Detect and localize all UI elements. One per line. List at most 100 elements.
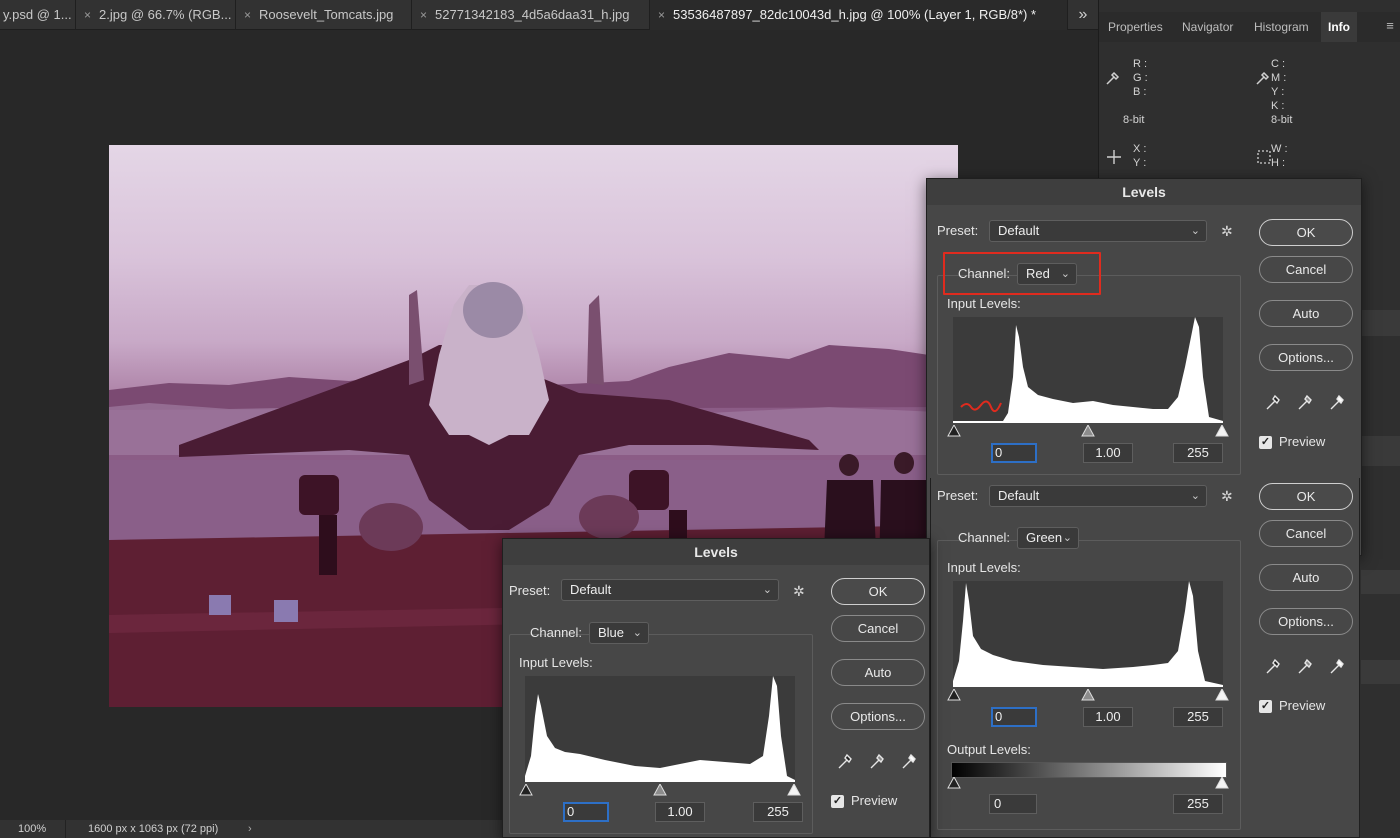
gear-icon[interactable]: ✲ — [1221, 488, 1233, 505]
white-eyedropper-icon[interactable] — [1327, 392, 1349, 414]
gray-eyedropper-icon[interactable] — [1295, 392, 1317, 414]
input-black-field[interactable]: 0 — [563, 802, 609, 822]
output-black-field[interactable]: 0 — [989, 794, 1037, 814]
gray-eyedropper-icon[interactable] — [1295, 656, 1317, 678]
options-button[interactable]: Options... — [1259, 608, 1353, 635]
input-black-field[interactable]: 0 — [991, 443, 1037, 463]
channel-select[interactable]: Blue ⌄ — [589, 622, 649, 644]
ok-button[interactable]: OK — [1259, 483, 1353, 510]
input-levels-slider[interactable] — [947, 423, 1229, 437]
info-bit-depth-right: 8-bit — [1271, 114, 1293, 126]
close-icon[interactable]: × — [420, 8, 427, 22]
input-black-field[interactable]: 0 — [991, 707, 1037, 727]
output-black-handle[interactable] — [947, 775, 961, 789]
preset-value: Default — [570, 582, 612, 597]
midtone-handle[interactable] — [1081, 687, 1095, 701]
info-g-label: G : — [1133, 72, 1148, 84]
auto-button[interactable]: Auto — [831, 659, 925, 686]
output-white-handle[interactable] — [1215, 775, 1229, 789]
crosshair-icon — [1105, 148, 1123, 170]
tab-histogram[interactable]: Histogram — [1254, 12, 1328, 42]
output-white-field[interactable]: 255 — [1173, 794, 1223, 814]
channel-value: Blue — [598, 625, 625, 640]
green-histogram — [953, 581, 1223, 687]
preview-label: Preview — [1279, 434, 1326, 449]
tab-document-2[interactable]: × 2.jpg @ 66.7% (RGB... — [76, 0, 236, 30]
close-icon[interactable]: × — [658, 8, 665, 22]
blue-histogram — [525, 676, 795, 782]
black-eyedropper-icon[interactable] — [1263, 392, 1285, 414]
input-white-field[interactable]: 255 — [1173, 707, 1223, 727]
preview-checkbox[interactable]: ✓ — [1259, 700, 1272, 713]
output-levels-slider[interactable] — [947, 775, 1229, 789]
panel-menu-icon[interactable]: ≡ — [1379, 12, 1400, 42]
cancel-button[interactable]: Cancel — [1259, 256, 1353, 283]
auto-button[interactable]: Auto — [1259, 300, 1353, 327]
levels-dialog-blue[interactable]: Levels Preset: Default ⌄ ✲ OK Cancel Auto… — [502, 538, 930, 838]
gear-icon[interactable]: ✲ — [1221, 223, 1233, 240]
options-button[interactable]: Options... — [1259, 344, 1353, 371]
black-eyedropper-icon[interactable] — [835, 751, 857, 773]
tab-document-4[interactable]: × 52771342183_4d5a6daa31_h.jpg — [412, 0, 650, 30]
gear-icon[interactable]: ✲ — [793, 583, 805, 600]
black-point-handle[interactable] — [947, 423, 961, 437]
dialog-title[interactable]: Levels — [503, 539, 929, 565]
preset-select[interactable]: Default ⌄ — [561, 579, 779, 601]
black-eyedropper-icon[interactable] — [1263, 656, 1285, 678]
channel-label: Channel: — [530, 625, 583, 640]
panel-header-strip — [1361, 570, 1400, 594]
info-m-label: M : — [1271, 72, 1287, 84]
white-point-handle[interactable] — [1215, 423, 1229, 437]
white-eyedropper-icon[interactable] — [1327, 656, 1349, 678]
levels-dialog-green[interactable]: Preset: Default ⌄ ✲ OK Cancel Auto Option… — [930, 478, 1360, 838]
input-levels-slider[interactable] — [519, 782, 801, 796]
info-k-label: K : — [1271, 100, 1285, 112]
ok-button[interactable]: OK — [831, 578, 925, 605]
tab-overflow-icon[interactable]: » — [1068, 0, 1098, 30]
zoom-level[interactable]: 100% — [0, 820, 66, 838]
preview-checkbox[interactable]: ✓ — [831, 795, 844, 808]
black-point-handle[interactable] — [947, 687, 961, 701]
white-point-handle[interactable] — [787, 782, 801, 796]
document-size: 1600 px x 1063 px (72 ppi) — [88, 823, 219, 835]
eyedropper-icon — [1105, 70, 1121, 90]
input-levels-slider[interactable] — [947, 687, 1229, 701]
tab-document-1[interactable]: y.psd @ 1... — [0, 0, 76, 30]
chevron-down-icon: ⌄ — [1062, 532, 1072, 544]
input-gamma-field[interactable]: 1.00 — [1083, 443, 1133, 463]
tab-document-3[interactable]: × Roosevelt_Tomcats.jpg — [236, 0, 412, 30]
black-point-handle[interactable] — [519, 782, 533, 796]
close-icon[interactable]: × — [244, 8, 251, 22]
input-white-field[interactable]: 255 — [753, 802, 803, 822]
tab-info[interactable]: Info — [1321, 12, 1357, 42]
preset-select[interactable]: Default ⌄ — [989, 485, 1207, 507]
dialog-title[interactable]: Levels — [927, 179, 1361, 205]
chevron-right-icon[interactable]: › — [248, 820, 252, 838]
tab-document-active[interactable]: × 53536487897_82dc10043d_h.jpg @ 100% (La… — [650, 0, 1068, 30]
cancel-button[interactable]: Cancel — [831, 615, 925, 642]
info-r-label: R : — [1133, 58, 1148, 70]
input-white-field[interactable]: 255 — [1173, 443, 1223, 463]
preset-select[interactable]: Default ⌄ — [989, 220, 1207, 242]
midtone-handle[interactable] — [653, 782, 667, 796]
tab-label: 2.jpg @ 66.7% (RGB... — [99, 7, 232, 22]
tab-properties[interactable]: Properties — [1108, 12, 1180, 42]
channel-select[interactable]: Green ⌄ — [1017, 527, 1079, 549]
preset-label: Preset: — [937, 223, 979, 238]
auto-button[interactable]: Auto — [1259, 564, 1353, 591]
input-gamma-field[interactable]: 1.00 — [655, 802, 705, 822]
info-bit-depth-left: 8-bit — [1123, 114, 1145, 126]
cancel-button[interactable]: Cancel — [1259, 520, 1353, 547]
options-button[interactable]: Options... — [831, 703, 925, 730]
close-icon[interactable]: × — [84, 8, 91, 22]
gray-eyedropper-icon[interactable] — [867, 751, 889, 773]
midtone-handle[interactable] — [1081, 423, 1095, 437]
panel-header-strip — [1361, 310, 1400, 336]
preview-checkbox[interactable]: ✓ — [1259, 436, 1272, 449]
panel-row — [1361, 660, 1400, 684]
white-point-handle[interactable] — [1215, 687, 1229, 701]
input-gamma-field[interactable]: 1.00 — [1083, 707, 1133, 727]
white-eyedropper-icon[interactable] — [899, 751, 921, 773]
tab-navigator[interactable]: Navigator — [1182, 12, 1254, 42]
ok-button[interactable]: OK — [1259, 219, 1353, 246]
